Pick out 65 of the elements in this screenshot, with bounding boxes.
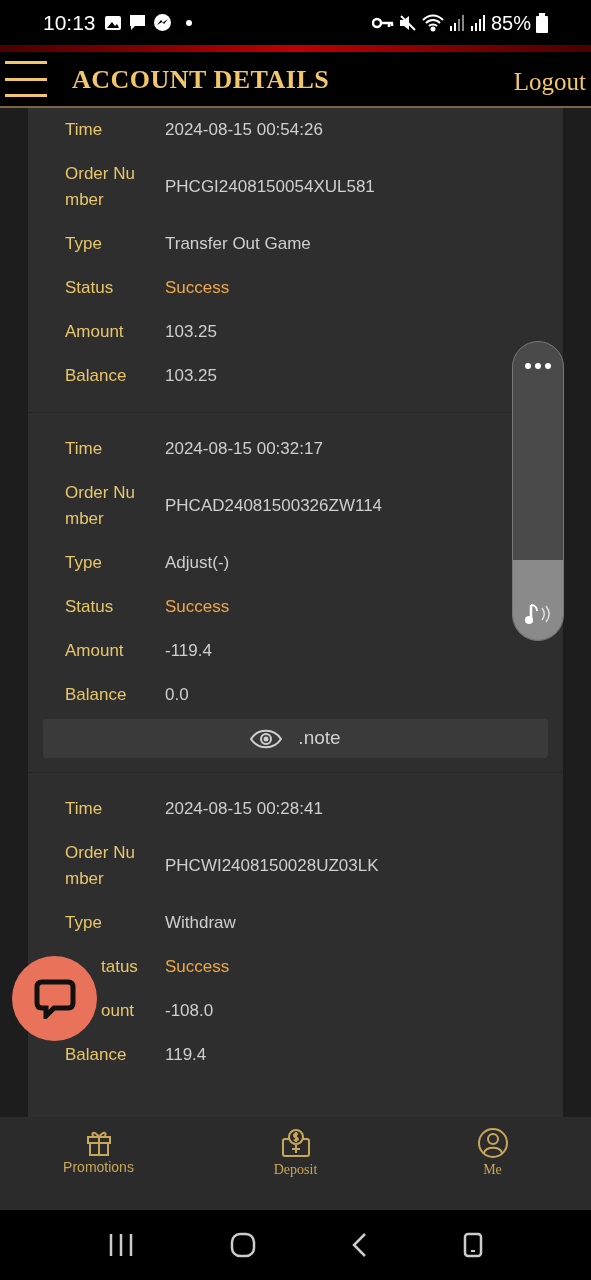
note-button[interactable]: .note xyxy=(43,719,548,758)
message-icon xyxy=(127,13,147,32)
field-value: 0.0 xyxy=(165,684,189,707)
field-value: Transfer Out Game xyxy=(165,233,311,256)
field-value: Withdraw xyxy=(165,912,236,935)
wifi-icon xyxy=(421,13,444,32)
field-label: Type xyxy=(65,912,103,934)
recent-apps-icon[interactable] xyxy=(107,1233,134,1257)
field-label: Balance xyxy=(65,684,128,706)
more-icon xyxy=(524,362,552,370)
home-icon[interactable] xyxy=(229,1232,256,1258)
field-label: Amount xyxy=(65,640,125,662)
field-label: Time xyxy=(65,798,104,820)
screen-icon[interactable] xyxy=(463,1232,484,1258)
field-value: Success xyxy=(165,277,230,300)
mute-icon xyxy=(398,13,417,32)
page-title: ACCOUNT DETAILS xyxy=(72,63,330,96)
field-label: Order Number xyxy=(65,482,136,530)
field-label: Order Number xyxy=(65,163,136,211)
field-value: 103.25 xyxy=(165,321,217,344)
deposit-icon xyxy=(279,1127,312,1159)
nav-tab[interactable]: Promotions xyxy=(0,1117,197,1210)
field-label: Balance xyxy=(65,1044,128,1066)
field-value: PHCAD24081500326ZW114 xyxy=(165,495,383,518)
field-value: Success xyxy=(165,596,230,619)
field-value: -119.4 xyxy=(165,640,212,663)
battery-percent: 85% xyxy=(490,10,531,36)
back-icon[interactable] xyxy=(351,1232,368,1258)
status-time: 10:13 xyxy=(43,9,96,36)
image-icon xyxy=(103,14,122,31)
field-value: 2024-08-15 00:32:17 xyxy=(165,438,323,461)
field-value: 2024-08-15 00:54:26 xyxy=(165,119,323,142)
field-value: PHCWI2408150028UZ03LK xyxy=(165,855,379,878)
field-label: Type xyxy=(65,552,103,574)
nav-tab[interactable]: Deposit xyxy=(197,1117,394,1210)
signal-icon xyxy=(469,13,486,32)
volume-slider[interactable] xyxy=(512,341,564,641)
field-label: Type xyxy=(65,233,103,255)
field-label: Time xyxy=(65,119,104,141)
signal-icon xyxy=(448,13,465,32)
chat-icon xyxy=(33,978,76,1019)
logout-link[interactable]: Logout xyxy=(513,63,586,101)
field-label: Order Number xyxy=(65,842,136,890)
field-value: 103.25 xyxy=(165,365,217,388)
battery-icon xyxy=(536,12,548,33)
field-value: PHCGI2408150054XUL581 xyxy=(165,176,375,199)
field-label: Status xyxy=(65,277,115,299)
messenger-icon xyxy=(152,13,172,32)
field-value: 2024-08-15 00:28:41 xyxy=(165,798,323,821)
user-icon xyxy=(476,1127,509,1159)
field-label: Balance xyxy=(65,365,128,387)
music-note-icon xyxy=(525,602,553,626)
field-value: 119.4 xyxy=(165,1044,207,1067)
field-value: -108.0 xyxy=(165,1000,214,1023)
nav-tab[interactable]: Me xyxy=(394,1117,591,1210)
dot-icon xyxy=(185,19,192,26)
field-label: tatus xyxy=(101,956,138,978)
field-label: Amount xyxy=(65,321,125,343)
eye-icon xyxy=(250,727,283,750)
field-label: Status xyxy=(65,596,115,618)
field-label: ount xyxy=(101,1000,135,1022)
field-value: Success xyxy=(165,956,230,979)
key-icon xyxy=(371,15,394,30)
field-label: Time xyxy=(65,438,104,460)
field-value: Adjust(-) xyxy=(165,552,230,575)
